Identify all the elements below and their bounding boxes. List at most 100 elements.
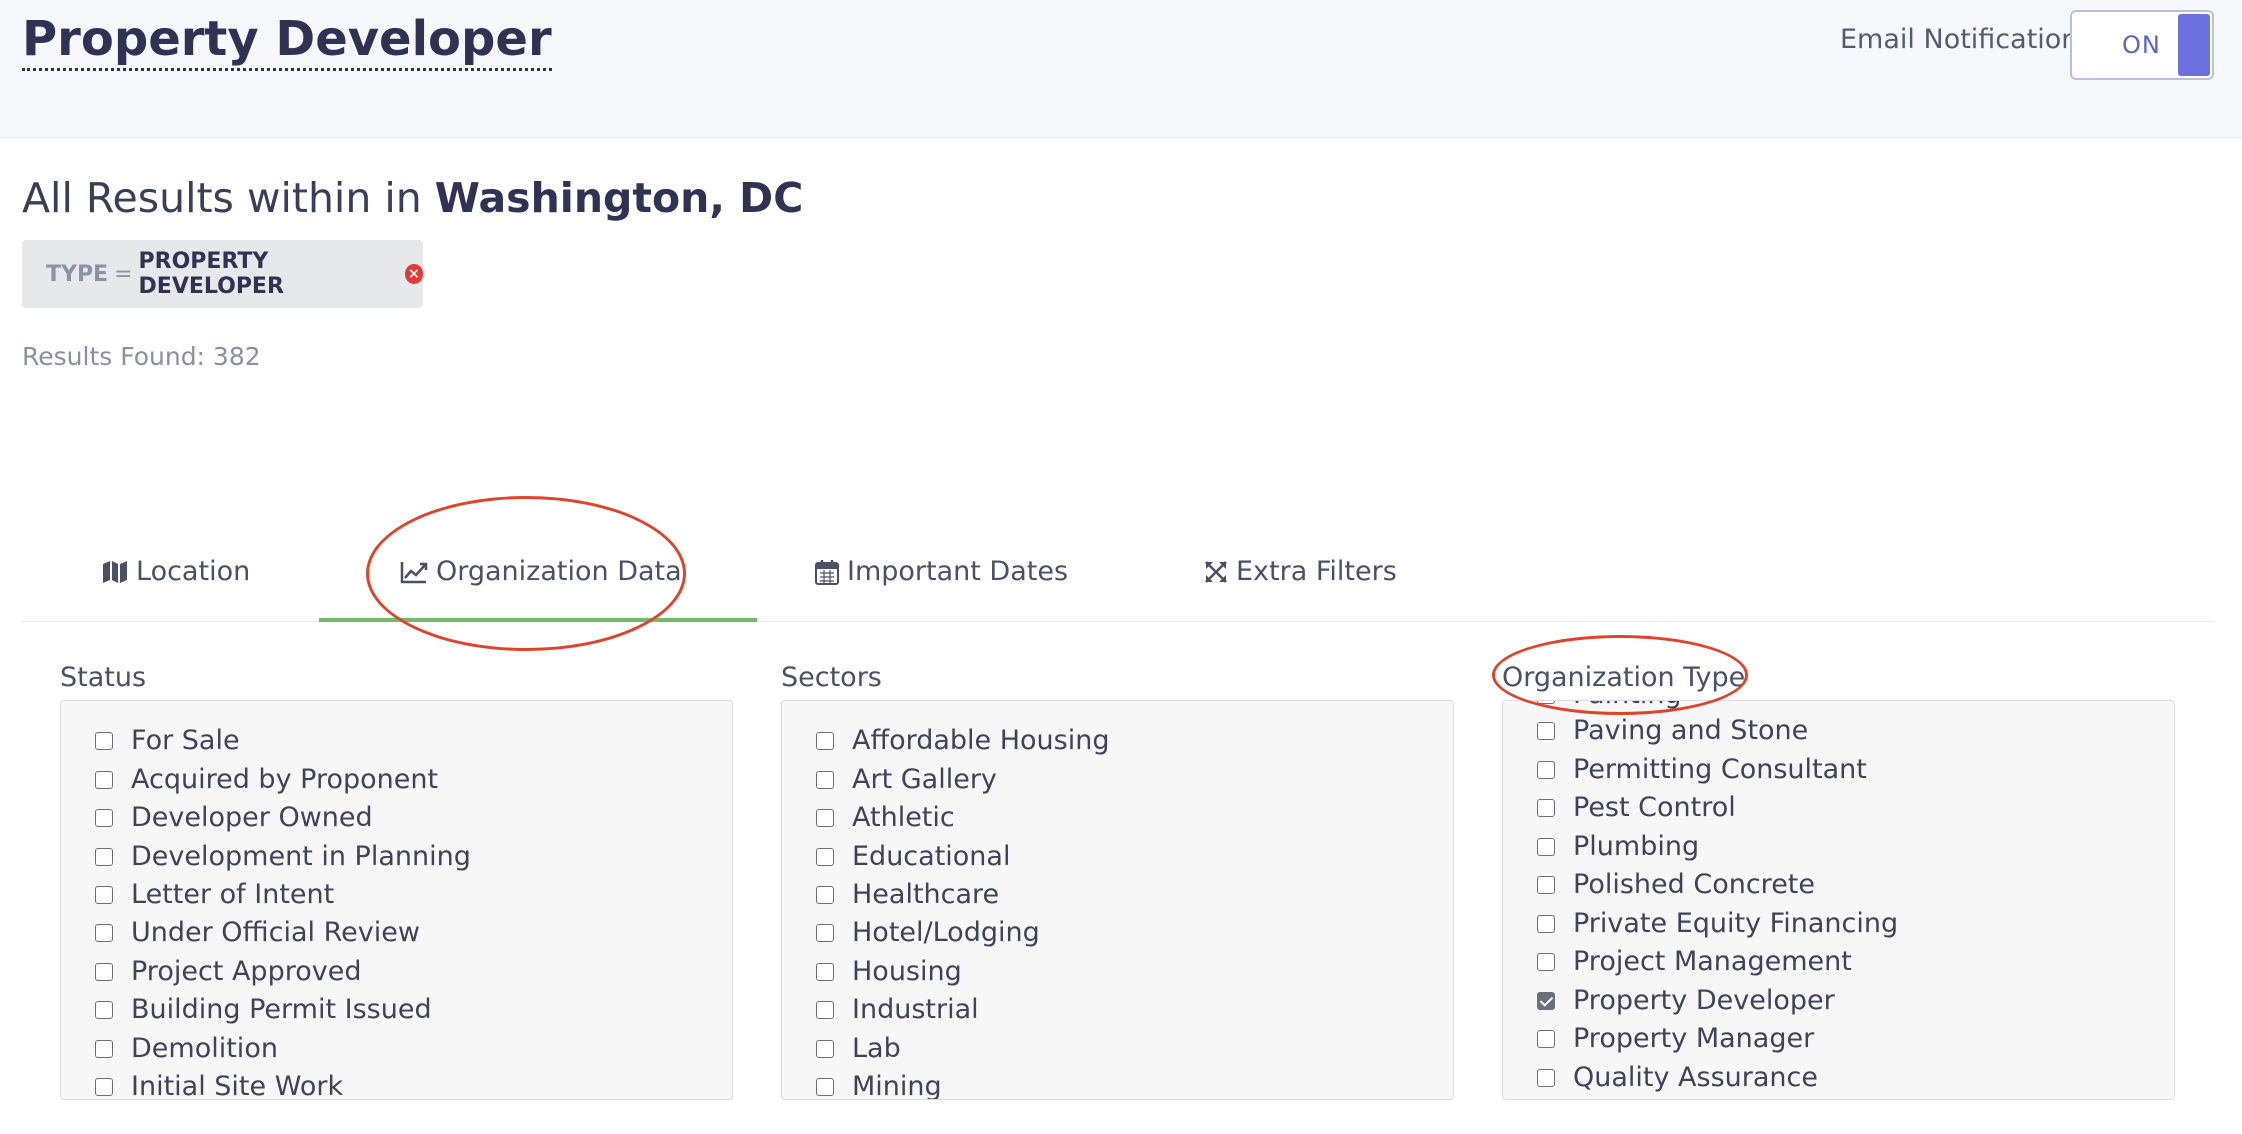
checkbox[interactable] [816, 770, 834, 789]
checkbox[interactable] [95, 808, 113, 827]
orgtype-option-property-developer[interactable]: Property Developer [1537, 985, 1835, 1016]
checkbox[interactable] [1537, 760, 1555, 779]
checkbox[interactable] [1537, 1029, 1555, 1048]
option-label: Art Gallery [852, 764, 997, 795]
option-label: Lab [852, 1033, 901, 1064]
checkbox[interactable] [816, 885, 834, 904]
checkbox-checked[interactable] [1537, 991, 1555, 1010]
checkbox[interactable] [1537, 721, 1555, 740]
checkbox[interactable] [816, 1077, 834, 1096]
checkbox[interactable] [816, 1039, 834, 1058]
sector-option-mining[interactable]: Mining [816, 1071, 942, 1100]
option-label: Project Management [1573, 946, 1852, 977]
checkbox[interactable] [1537, 798, 1555, 817]
option-label: Mining [852, 1071, 942, 1100]
option-label: Hotel/Lodging [852, 917, 1040, 948]
checkbox[interactable] [1537, 837, 1555, 856]
orgtype-option-permitting-consultant[interactable]: Permitting Consultant [1537, 754, 1867, 785]
status-option-for-sale[interactable]: For Sale [95, 725, 240, 756]
status-option-building-permit-issued[interactable]: Building Permit Issued [95, 994, 432, 1025]
option-label: Affordable Housing [852, 725, 1110, 756]
checkbox[interactable] [95, 923, 113, 942]
tab-organization-data[interactable]: Organization Data [400, 556, 682, 587]
option-label: Letter of Intent [131, 879, 335, 910]
orgtype-option-polished-concrete[interactable]: Polished Concrete [1537, 869, 1815, 900]
orgtype-option-plumbing[interactable]: Plumbing [1537, 831, 1699, 862]
filter-tabs: Location Organization Data Important Dat… [22, 540, 2214, 622]
page-title[interactable]: Property Developer [22, 10, 552, 71]
checkbox[interactable] [95, 962, 113, 981]
status-label: Status [60, 662, 147, 693]
results-location: Washington, DC [434, 174, 804, 222]
status-option-initial-site-work[interactable]: Initial Site Work [95, 1071, 344, 1100]
sector-option-art-gallery[interactable]: Art Gallery [816, 764, 997, 795]
status-option-under-official-review[interactable]: Under Official Review [95, 917, 420, 948]
status-option-acquired-by-proponent[interactable]: Acquired by Proponent [95, 764, 438, 795]
orgtype-option-painting[interactable]: Painting [1537, 701, 1682, 710]
calendar-icon [815, 559, 839, 585]
sector-option-housing[interactable]: Housing [816, 956, 962, 987]
option-label: Demolition [131, 1033, 278, 1064]
status-option-development-in-planning[interactable]: Development in Planning [95, 841, 471, 872]
sectors-label: Sectors [781, 662, 882, 693]
results-title-prefix: All Results within in [22, 174, 435, 222]
checkbox[interactable] [95, 885, 113, 904]
sectors-list[interactable]: Affordable Housing Art Gallery Athletic … [781, 700, 1454, 1100]
checkbox[interactable] [816, 1000, 834, 1019]
email-notifications-toggle[interactable]: ON [2070, 10, 2214, 80]
orgtype-option-private-equity-financing[interactable]: Private Equity Financing [1537, 908, 1898, 939]
orgtype-option-property-manager[interactable]: Property Manager [1537, 1023, 1814, 1054]
status-option-demolition[interactable]: Demolition [95, 1033, 278, 1064]
orgtype-option-paving-and-stone[interactable]: Paving and Stone [1537, 715, 1808, 746]
checkbox[interactable] [95, 1077, 113, 1096]
sector-option-athletic[interactable]: Athletic [816, 802, 955, 833]
option-label: Permitting Consultant [1573, 754, 1867, 785]
organization-type-label: Organization Type [1502, 662, 1746, 693]
orgtype-option-project-management[interactable]: Project Management [1537, 946, 1852, 977]
checkbox[interactable] [816, 847, 834, 866]
checkbox[interactable] [816, 731, 834, 750]
filter-value: PROPERTY DEVELOPER [138, 249, 284, 299]
option-label: For Sale [131, 725, 240, 756]
checkbox[interactable] [1537, 914, 1555, 933]
checkbox[interactable] [95, 847, 113, 866]
sector-option-affordable-housing[interactable]: Affordable Housing [816, 725, 1110, 756]
option-label: Healthcare [852, 879, 1000, 910]
checkbox[interactable] [816, 923, 834, 942]
option-label: Educational [852, 841, 1011, 872]
option-label: Pest Control [1573, 792, 1736, 823]
checkbox[interactable] [1537, 701, 1555, 704]
tab-important-dates[interactable]: Important Dates [815, 556, 1068, 587]
sector-option-industrial[interactable]: Industrial [816, 994, 979, 1025]
tab-location[interactable]: Location [102, 556, 250, 587]
sector-option-lab[interactable]: Lab [816, 1033, 901, 1064]
orgtype-option-quality-assurance[interactable]: Quality Assurance [1537, 1062, 1818, 1093]
orgtype-option-pest-control[interactable]: Pest Control [1537, 792, 1736, 823]
checkbox[interactable] [1537, 1068, 1555, 1087]
option-label: Initial Site Work [131, 1071, 344, 1100]
checkbox[interactable] [1537, 875, 1555, 894]
organization-type-list[interactable]: Painting Paving and Stone Permitting Con… [1502, 700, 2175, 1100]
checkbox[interactable] [816, 808, 834, 827]
checkbox[interactable] [95, 1000, 113, 1019]
map-icon [103, 560, 127, 583]
status-option-project-approved[interactable]: Project Approved [95, 956, 361, 987]
remove-filter-icon[interactable]: × [404, 264, 423, 284]
tab-extra-filters[interactable]: Extra Filters [1204, 556, 1397, 587]
checkbox[interactable] [95, 1039, 113, 1058]
option-label: Painting [1573, 701, 1682, 710]
option-label: Property Developer [1573, 985, 1835, 1016]
option-label: Quality Assurance [1573, 1062, 1818, 1093]
checkbox[interactable] [95, 731, 113, 750]
sector-option-healthcare[interactable]: Healthcare [816, 879, 999, 910]
toggle-knob[interactable] [2178, 14, 2210, 76]
status-list[interactable]: For Sale Acquired by Proponent Developer… [60, 700, 733, 1100]
sector-option-educational[interactable]: Educational [816, 841, 1010, 872]
tab-label: Extra Filters [1236, 556, 1397, 587]
checkbox[interactable] [95, 770, 113, 789]
sector-option-hotel-lodging[interactable]: Hotel/Lodging [816, 917, 1040, 948]
checkbox[interactable] [1537, 952, 1555, 971]
status-option-letter-of-intent[interactable]: Letter of Intent [95, 879, 334, 910]
status-option-developer-owned[interactable]: Developer Owned [95, 802, 373, 833]
checkbox[interactable] [816, 962, 834, 981]
